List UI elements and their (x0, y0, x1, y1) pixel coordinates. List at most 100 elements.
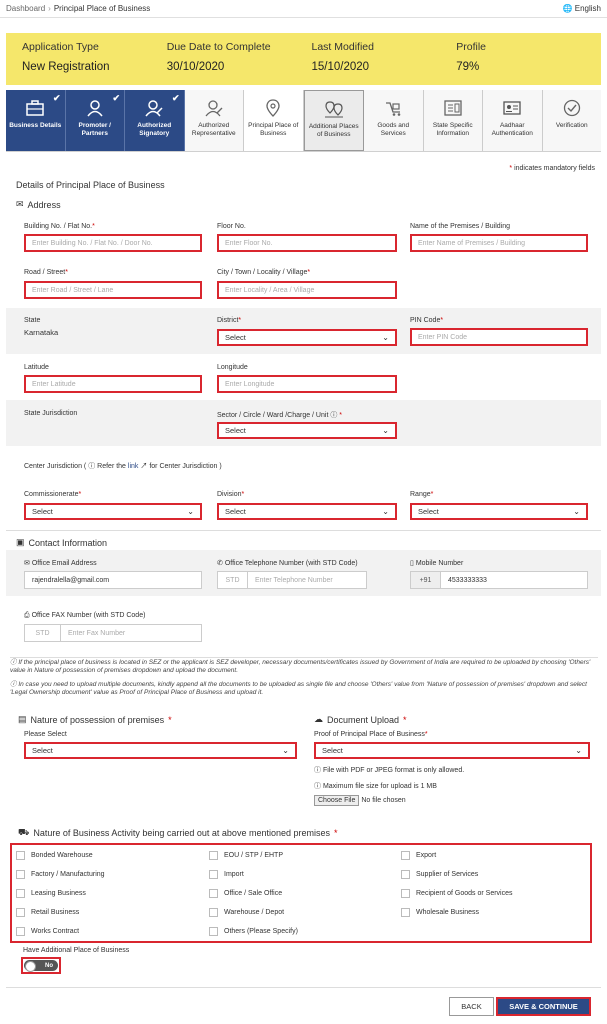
telephone-std[interactable]: STD (218, 572, 248, 588)
chevron-down-icon: ⌄ (382, 507, 389, 516)
application-type-label: Application Type (22, 41, 99, 53)
address-heading-text: Address (27, 199, 61, 210)
checkbox-bonded-warehouse[interactable]: Bonded Warehouse (16, 851, 93, 860)
step-business-details[interactable]: ✔ Business Details (6, 90, 66, 151)
checkbox-supplier-of-services[interactable]: Supplier of Services (401, 870, 478, 879)
fax-input[interactable]: STD Enter Fax Number (24, 624, 202, 642)
city-input[interactable]: Enter Locality / Area / Village (217, 281, 397, 299)
save-continue-button[interactable]: SAVE & CONTINUE (496, 997, 591, 1016)
pin-input[interactable]: Enter PIN Code (410, 328, 588, 346)
checkbox-eou-stp-ehtp[interactable]: EOU / STP / EHTP (209, 851, 283, 860)
check-icon: ✔ (171, 93, 180, 103)
back-button[interactable]: BACK (449, 997, 494, 1016)
center-jurisdiction-link[interactable]: link (128, 463, 139, 470)
step-state-specific-information[interactable]: State Specific Information (423, 90, 483, 151)
globe-icon: 🌐 (562, 4, 573, 13)
checkbox-factory-manufacturing[interactable]: Factory / Manufacturing (16, 870, 105, 879)
checkbox-leasing-business[interactable]: Leasing Business (16, 889, 86, 898)
step-label: Additional Places of Business (308, 123, 359, 138)
choose-file-button[interactable]: Choose File (314, 795, 360, 806)
step-verification[interactable]: Verification (542, 90, 601, 151)
checkbox[interactable] (16, 870, 25, 879)
step-authorized-representative[interactable]: Authorized Representative (184, 90, 244, 151)
step-label: Authorized Signatory (137, 122, 172, 137)
step-additional-places-of-business[interactable]: Additional Places of Business (303, 90, 364, 151)
checkbox[interactable] (209, 927, 218, 936)
info-icon: ⓘ (10, 659, 17, 666)
checkbox[interactable] (209, 889, 218, 898)
checkbox[interactable] (16, 908, 25, 917)
commissionerate-select[interactable]: Select ⌄ (24, 503, 202, 520)
multiple-docs-info-note: ⓘ In case you need to upload multiple do… (10, 681, 587, 696)
possession-select[interactable]: Select ⌄ (24, 742, 297, 759)
email-value: rajendralella@gmail.com (32, 576, 110, 584)
checkbox[interactable] (401, 908, 410, 917)
toggle-knob (25, 961, 36, 972)
breadcrumb-dashboard-link[interactable]: Dashboard (6, 4, 45, 13)
mandatory-note-text: indicates mandatory fields (514, 165, 595, 172)
step-authorized-signatory[interactable]: ✔ Authorized Signatory (125, 90, 185, 151)
info-icon: ⓘ (88, 463, 96, 470)
proof-label: Proof of Principal Place of Business* (314, 731, 428, 738)
checkbox-warehouse-depot[interactable]: Warehouse / Depot (209, 908, 284, 917)
chevron-down-icon: ⌄ (282, 746, 289, 755)
checkbox[interactable] (209, 870, 218, 879)
latitude-input[interactable]: Enter Latitude (24, 375, 202, 393)
signatory-icon (143, 97, 165, 119)
activity-heading: ⛟ Nature of Business Activity being carri… (18, 827, 338, 838)
floor-input[interactable]: Enter Floor No. (217, 234, 397, 252)
road-input[interactable]: Enter Road / Street / Lane (24, 281, 202, 299)
checkbox[interactable] (209, 851, 218, 860)
checkbox-export[interactable]: Export (401, 851, 436, 860)
fax-std[interactable]: STD (25, 625, 61, 641)
toggle-value: No (45, 962, 53, 969)
checkbox[interactable] (401, 870, 410, 879)
application-banner: Application Type New Registration Due Dat… (6, 33, 601, 85)
step-promoter-partners[interactable]: ✔ Promoter / Partners (65, 90, 125, 151)
checkbox[interactable] (16, 851, 25, 860)
checkbox-others[interactable]: Others (Please Specify) (209, 927, 298, 936)
premises-input[interactable]: Enter Name of Premises / Building (410, 234, 588, 252)
contact-heading: ▣ Contact Information (16, 537, 107, 548)
division-label: Division* (217, 491, 245, 498)
longitude-input[interactable]: Enter Longitude (217, 375, 397, 393)
checkbox[interactable] (16, 927, 25, 936)
telephone-input[interactable]: STD Enter Telephone Number (217, 571, 367, 589)
chevron-down-icon: ⌄ (573, 507, 580, 516)
step-label: Aadhaar Authentication (491, 122, 533, 137)
proof-select-value: Select (322, 746, 343, 755)
telephone-placeholder: Enter Telephone Number (255, 576, 333, 584)
email-input[interactable]: rajendralella@gmail.com (24, 571, 202, 589)
range-select[interactable]: Select ⌄ (410, 503, 588, 520)
district-label: District* (217, 317, 242, 324)
division-select[interactable]: Select ⌄ (217, 503, 397, 520)
commissionerate-label: Commissionerate* (24, 491, 82, 498)
checkbox[interactable] (401, 889, 410, 898)
floor-label: Floor No. (217, 223, 246, 230)
mobile-label: ▯ Mobile Number (410, 560, 464, 567)
step-principal-place-of-business[interactable]: Principal Place of Business (244, 90, 304, 151)
district-select[interactable]: Select ⌄ (217, 329, 397, 346)
language-selector[interactable]: 🌐 English (563, 4, 601, 13)
step-aadhaar-authentication[interactable]: Aadhaar Authentication (483, 90, 543, 151)
checkbox[interactable] (401, 851, 410, 860)
checkbox-recipient-of-goods[interactable]: Recipient of Goods or Services (401, 889, 513, 898)
checkbox[interactable] (16, 889, 25, 898)
checkbox-import[interactable]: Import (209, 870, 244, 879)
checkbox-office-sale-office[interactable]: Office / Sale Office (209, 889, 282, 898)
range-label: Range* (410, 491, 434, 498)
proof-select[interactable]: Select ⌄ (314, 742, 590, 759)
building-input[interactable]: Enter Building No. / Flat No. / Door No. (24, 234, 202, 252)
mobile-input[interactable]: +91 4533333333 (410, 571, 588, 589)
step-goods-and-services[interactable]: Goods and Services (364, 90, 424, 151)
upload-heading: ☁ Document Upload * (314, 714, 407, 725)
checkbox[interactable] (209, 908, 218, 917)
mobile-icon: ▯ (410, 560, 414, 567)
sez-info-note: ⓘ If the principal place of business is … (10, 657, 598, 675)
sector-select[interactable]: Select ⌄ (217, 422, 397, 439)
building-label: Building No. / Flat No.* (24, 223, 95, 230)
additional-place-toggle[interactable]: No (21, 957, 61, 974)
checkbox-wholesale-business[interactable]: Wholesale Business (401, 908, 479, 917)
checkbox-works-contract[interactable]: Works Contract (16, 927, 79, 936)
checkbox-retail-business[interactable]: Retail Business (16, 908, 79, 917)
